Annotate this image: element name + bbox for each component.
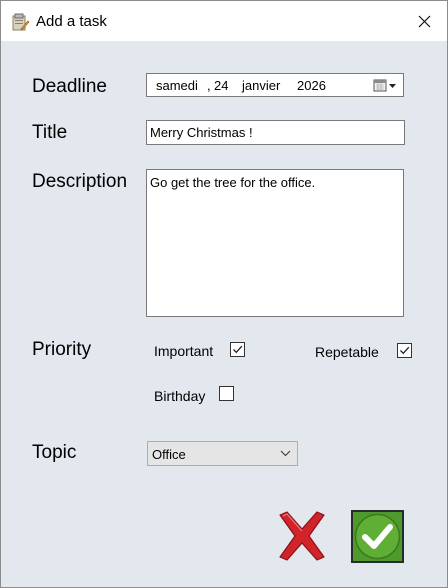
important-checkbox[interactable] [230, 342, 245, 357]
repetable-checkbox[interactable] [397, 343, 412, 358]
birthday-checkbox[interactable] [219, 386, 234, 401]
add-task-window: Add a task Deadline samedi , 24 janvier … [0, 0, 448, 588]
red-x-icon [279, 511, 325, 561]
clipboard-icon [10, 12, 30, 32]
checkmark-icon [400, 346, 410, 355]
chevron-down-icon [280, 450, 291, 457]
birthday-label: Birthday [154, 388, 206, 404]
window-title: Add a task [36, 13, 107, 30]
deadline-label: Deadline [32, 76, 107, 97]
topic-label: Topic [32, 442, 77, 463]
repetable-label: Repetable [315, 344, 379, 360]
priority-label: Priority [32, 339, 92, 360]
checkmark-icon [233, 345, 243, 354]
close-button[interactable] [401, 1, 447, 41]
deadline-month: janvier [242, 78, 281, 93]
important-label: Important [154, 343, 214, 359]
description-label: Description [32, 171, 128, 192]
deadline-weekday: samedi [156, 78, 198, 93]
description-textarea[interactable]: Go get the tree for the office. [146, 169, 404, 317]
deadline-day: 24 [214, 78, 229, 93]
cancel-button[interactable] [274, 509, 330, 563]
title-input[interactable] [146, 120, 405, 145]
calendar-icon [373, 79, 396, 92]
title-bar: Add a task [1, 1, 447, 41]
topic-select[interactable]: Office [147, 441, 298, 466]
deadline-date-picker[interactable]: samedi , 24 janvier 2026 [146, 73, 404, 97]
topic-selected-value: Office [152, 447, 186, 462]
deadline-separator: , [207, 78, 211, 93]
title-label: Title [32, 122, 68, 143]
confirm-button[interactable] [351, 510, 404, 563]
green-check-icon [354, 513, 401, 560]
calendar-dropdown-button[interactable] [372, 77, 400, 94]
close-icon [418, 15, 430, 27]
deadline-year: 2026 [297, 78, 326, 93]
